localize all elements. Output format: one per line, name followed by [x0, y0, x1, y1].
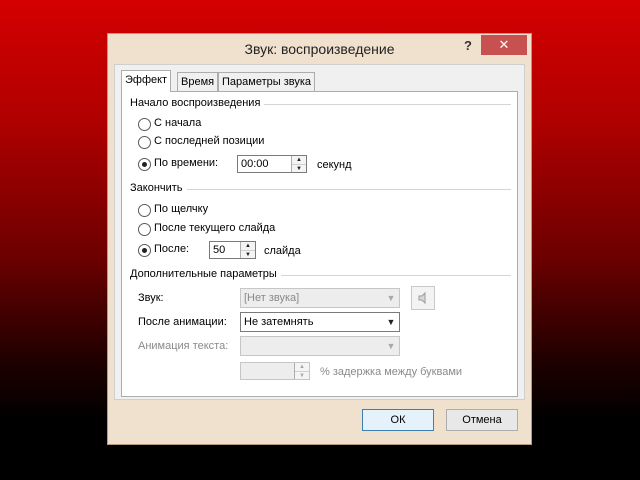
- sound-volume-button[interactable]: [411, 286, 435, 310]
- ok-button[interactable]: ОК: [362, 409, 434, 431]
- radio-button-checked[interactable]: [138, 244, 151, 257]
- start-time-spinner[interactable]: 00:00 ▲ ▼: [237, 155, 307, 173]
- radio-button[interactable]: [138, 136, 151, 149]
- close-icon: ✕: [498, 37, 510, 52]
- radio-label: После:: [154, 243, 190, 255]
- spinner-arrows: ▲ ▼: [240, 242, 255, 258]
- spinner-arrows: ▲ ▼: [294, 363, 309, 379]
- tab-effect[interactable]: Эффект: [121, 70, 172, 92]
- spin-down-icon[interactable]: ▼: [292, 164, 306, 172]
- letter-delay-spinner: ▲ ▼: [240, 362, 310, 380]
- sound-combo-value: [Нет звука]: [244, 292, 300, 304]
- radio-label: С начала: [154, 117, 202, 129]
- animate-text-combo: ▼: [240, 336, 400, 356]
- after-animation-value: Не затемнять: [244, 316, 314, 328]
- help-button[interactable]: ?: [456, 37, 480, 55]
- sound-combo: [Нет звука] ▼: [240, 288, 400, 308]
- chevron-down-icon: ▼: [386, 341, 396, 351]
- radio-label: По времени:: [154, 157, 219, 169]
- effect-panel: Начало воспроизведения С начала С послед…: [121, 91, 518, 397]
- tab-sound-settings[interactable]: Параметры звука: [218, 72, 316, 91]
- radio-label: По щелчку: [154, 203, 209, 215]
- after-slides-spinner[interactable]: 50 ▲ ▼: [209, 241, 256, 259]
- spin-up-icon: ▲: [299, 364, 305, 370]
- radio-button[interactable]: [138, 223, 151, 236]
- after-slides-value[interactable]: 50: [213, 244, 225, 256]
- tab-timing[interactable]: Время: [177, 72, 219, 91]
- spin-up-icon[interactable]: ▲: [292, 156, 306, 164]
- radio-label: С последней позиции: [154, 135, 265, 147]
- spinner-arrows: ▲ ▼: [291, 156, 306, 172]
- start-time-unit: секунд: [317, 159, 352, 171]
- group-label-stop: Закончить: [130, 182, 187, 194]
- close-button[interactable]: ✕: [481, 35, 527, 55]
- group-label-enhancements: Дополнительные параметры: [130, 268, 281, 280]
- radio-button[interactable]: [138, 118, 151, 131]
- animate-text-label: Анимация текста:: [138, 340, 229, 352]
- letter-delay-label: % задержка между буквами: [320, 366, 463, 378]
- after-animation-combo[interactable]: Не затемнять ▼: [240, 312, 400, 332]
- start-time-value[interactable]: 00:00: [241, 158, 269, 170]
- sound-playback-dialog: Звук: воспроизведение ? ✕ Эффект Время П…: [107, 33, 532, 445]
- spin-up-icon[interactable]: ▲: [241, 242, 255, 250]
- after-slides-unit: слайда: [264, 245, 301, 257]
- group-divider: [130, 189, 511, 190]
- chevron-down-icon[interactable]: ▼: [383, 313, 399, 331]
- cancel-button[interactable]: Отмена: [446, 409, 518, 431]
- spin-down-icon[interactable]: ▼: [241, 250, 255, 258]
- after-animation-label: После анимации:: [138, 316, 227, 328]
- speaker-icon: [418, 291, 426, 305]
- dialog-body: Эффект Время Параметры звука Начало восп…: [114, 64, 525, 400]
- sound-label: Звук:: [138, 292, 164, 304]
- title-bar: Звук: воспроизведение ? ✕: [108, 34, 531, 64]
- radio-button-checked[interactable]: [138, 158, 151, 171]
- chevron-down-icon: ▼: [386, 293, 396, 303]
- radio-button[interactable]: [138, 204, 151, 217]
- spin-down-icon: ▼: [295, 371, 309, 379]
- radio-label: После текущего слайда: [154, 222, 276, 234]
- group-label-start: Начало воспроизведения: [130, 97, 265, 109]
